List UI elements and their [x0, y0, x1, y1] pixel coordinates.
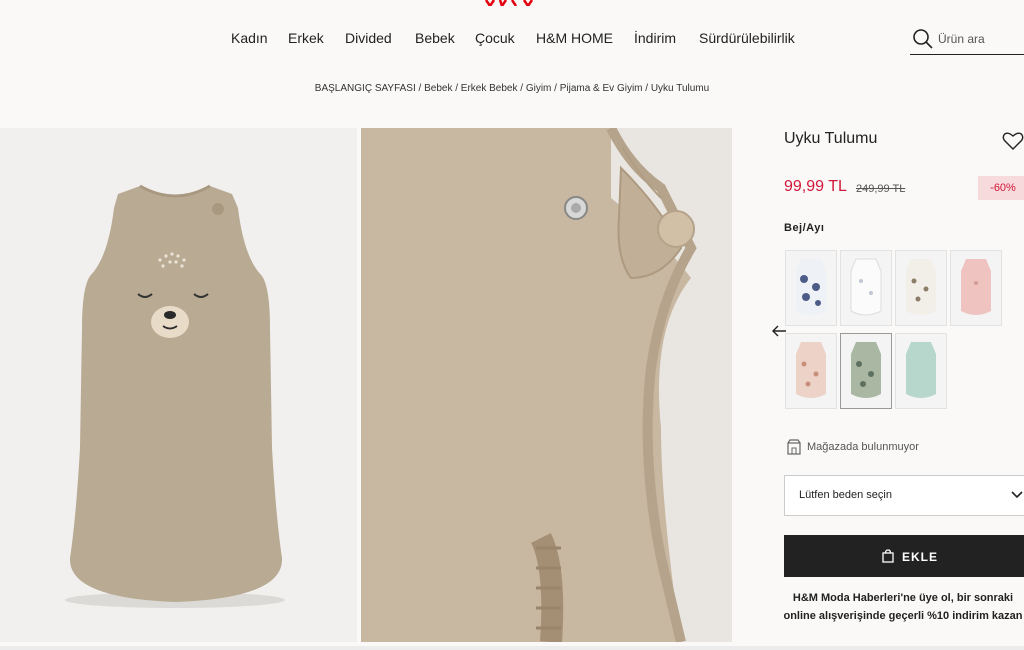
- add-button-label: EKLE: [902, 550, 939, 564]
- store-availability-text[interactable]: Mağazada bulunmuyor: [807, 441, 919, 453]
- promo-line-1: H&M Moda Haberleri'ne üye ol, bir sonrak…: [792, 592, 1014, 604]
- nav-item-kadin[interactable]: Kadın: [231, 30, 268, 46]
- heart-icon[interactable]: [1002, 131, 1024, 151]
- color-swatch-animal-print[interactable]: [895, 250, 947, 326]
- bag-icon: [882, 549, 894, 563]
- size-select-placeholder: Lütfen beden seçin: [799, 489, 892, 501]
- chevron-down-icon: [1011, 491, 1023, 499]
- arrow-left-icon[interactable]: [771, 323, 787, 339]
- color-swatch-white-print[interactable]: [840, 250, 892, 326]
- color-label: Bej/Ayı: [784, 222, 825, 234]
- product-image-main[interactable]: [0, 128, 357, 642]
- search-placeholder: Ürün ara: [938, 32, 985, 46]
- bottom-divider: [0, 646, 1024, 650]
- color-swatch-pink-print[interactable]: [785, 333, 837, 409]
- hm-logo[interactable]: [480, 0, 540, 6]
- color-swatch-blue-print[interactable]: [785, 250, 837, 326]
- nav-item-divided[interactable]: Divided: [345, 30, 392, 46]
- nav-item-erkek[interactable]: Erkek: [288, 30, 324, 46]
- nav-item-indirim[interactable]: İndirim: [634, 30, 676, 46]
- product-price: 99,99 TL: [784, 178, 847, 195]
- store-icon: [787, 439, 801, 455]
- product-title: Uyku Tulumu: [784, 130, 878, 147]
- color-swatch-mint[interactable]: [895, 333, 947, 409]
- nav-item-cocuk[interactable]: Çocuk: [475, 30, 515, 46]
- main-nav: Kadın Erkek Divided Bebek Çocuk H&M HOME…: [0, 30, 1024, 50]
- discount-badge: -60%: [978, 176, 1024, 200]
- color-swatch-green-print[interactable]: [840, 333, 892, 409]
- product-old-price: 249,99 TL: [856, 183, 906, 195]
- search-icon: [913, 29, 933, 49]
- breadcrumb[interactable]: BAŞLANGIÇ SAYFASI / Bebek / Erkek Bebek …: [0, 83, 1024, 94]
- product-image-detail[interactable]: [361, 128, 732, 642]
- size-select[interactable]: Lütfen beden seçin: [784, 475, 1024, 516]
- add-to-bag-button[interactable]: EKLE: [784, 535, 1024, 577]
- search-input[interactable]: Ürün ara: [910, 26, 1024, 55]
- promo-line-2: online alışverişinde geçerli %10 indirim…: [783, 610, 1023, 622]
- nav-item-hm-home[interactable]: H&M HOME: [536, 30, 613, 46]
- nav-item-bebek[interactable]: Bebek: [415, 30, 455, 46]
- nav-item-surdurulebilirlik[interactable]: Sürdürülebilirlik: [699, 30, 795, 46]
- color-swatch-pink[interactable]: [950, 250, 1002, 326]
- newsletter-promo[interactable]: H&M Moda Haberleri'ne üye ol, bir sonrak…: [772, 589, 1024, 625]
